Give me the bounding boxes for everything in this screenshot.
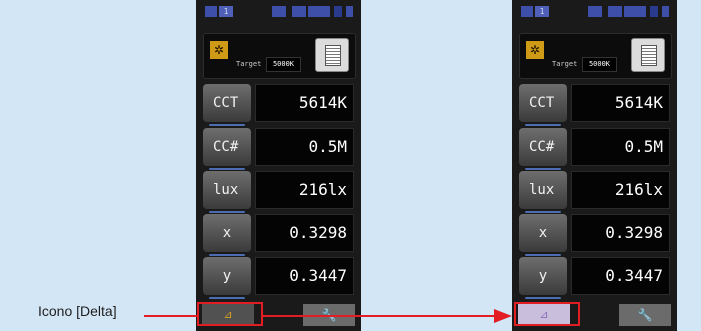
measurement-mode-panel: ✲ Target 5000K xyxy=(519,33,672,79)
row-underline xyxy=(525,124,561,126)
row-underline xyxy=(525,297,561,299)
row-value: 0.5M xyxy=(255,128,354,166)
target-label: Target xyxy=(552,60,578,68)
status-bar: 1 xyxy=(196,0,361,26)
measurement-mode-panel: ✲ Target 5000K xyxy=(203,33,356,79)
delta-highlight-box xyxy=(197,302,263,326)
measurement-row-cc[interactable]: CC# 0.5M xyxy=(519,128,670,170)
row-value: 5614K xyxy=(571,84,670,122)
row-label: CCT xyxy=(203,84,251,122)
light-source-icon[interactable]: ✲ xyxy=(526,41,544,59)
row-value: 216lx xyxy=(571,171,670,209)
status-indicator-4 xyxy=(334,6,342,17)
wrench-icon: 🔧 xyxy=(637,308,653,322)
status-indicator-3 xyxy=(624,6,646,17)
measurement-row-cct[interactable]: CCT 5614K xyxy=(519,84,670,126)
light-source-icon[interactable]: ✲ xyxy=(210,41,228,59)
row-label: CCT xyxy=(519,84,567,122)
row-label: y xyxy=(519,257,567,295)
row-label: lux xyxy=(519,171,567,209)
target-label: Target xyxy=(236,60,262,68)
battery-icon xyxy=(205,6,217,17)
row-label: CC# xyxy=(519,128,567,166)
caption-leader-line xyxy=(144,315,199,317)
memory-button[interactable] xyxy=(631,38,665,72)
row-label: lux xyxy=(203,171,251,209)
measurement-row-cc[interactable]: CC# 0.5M xyxy=(203,128,354,170)
memory-icon xyxy=(325,45,341,66)
row-underline xyxy=(209,211,245,213)
status-indicator-5 xyxy=(346,6,353,17)
transition-arrow-line xyxy=(262,315,496,317)
row-value: 5614K xyxy=(255,84,354,122)
row-value: 216lx xyxy=(255,171,354,209)
target-value[interactable]: 5000K xyxy=(266,57,301,72)
row-label: x xyxy=(203,214,251,252)
channel-indicator: 1 xyxy=(535,6,549,17)
row-value: 0.3298 xyxy=(255,214,354,252)
memory-button[interactable] xyxy=(315,38,349,72)
delta-highlight-box-selected xyxy=(514,302,580,326)
tool-button[interactable]: 🔧 xyxy=(619,304,671,326)
measurement-row-x[interactable]: x 0.3298 xyxy=(519,214,670,256)
row-underline xyxy=(209,297,245,299)
row-value: 0.5M xyxy=(571,128,670,166)
status-indicator-2 xyxy=(608,6,622,17)
row-label: CC# xyxy=(203,128,251,166)
row-underline xyxy=(209,168,245,170)
measurement-row-cct[interactable]: CCT 5614K xyxy=(203,84,354,126)
measurement-row-x[interactable]: x 0.3298 xyxy=(203,214,354,256)
channel-indicator: 1 xyxy=(219,6,233,17)
status-indicator-2 xyxy=(292,6,306,17)
status-bar: 1 xyxy=(512,0,677,26)
meter-screen-before: 1 ✲ Target 5000K CCT 5614K CC# 0.5M lux … xyxy=(196,0,361,331)
row-value: 0.3298 xyxy=(571,214,670,252)
row-underline xyxy=(525,168,561,170)
row-underline xyxy=(525,254,561,256)
arrow-right-icon xyxy=(494,309,512,323)
meter-screen-after: 1 ✲ Target 5000K CCT 5614K CC# 0.5M lux … xyxy=(512,0,677,331)
delta-icon-caption: Icono [Delta] xyxy=(38,303,117,319)
status-indicator-5 xyxy=(662,6,669,17)
battery-icon xyxy=(521,6,533,17)
target-value[interactable]: 5000K xyxy=(582,57,617,72)
status-indicator-1 xyxy=(272,6,286,17)
measurement-row-lux[interactable]: lux 216lx xyxy=(203,171,354,213)
status-indicator-3 xyxy=(308,6,330,17)
memory-icon xyxy=(641,45,657,66)
row-label: y xyxy=(203,257,251,295)
measurement-row-y[interactable]: y 0.3447 xyxy=(519,257,670,299)
row-underline xyxy=(209,254,245,256)
measurement-row-y[interactable]: y 0.3447 xyxy=(203,257,354,299)
row-value: 0.3447 xyxy=(571,257,670,295)
status-indicator-4 xyxy=(650,6,658,17)
status-indicator-1 xyxy=(588,6,602,17)
row-value: 0.3447 xyxy=(255,257,354,295)
measurement-row-lux[interactable]: lux 216lx xyxy=(519,171,670,213)
row-underline xyxy=(209,124,245,126)
row-underline xyxy=(525,211,561,213)
row-label: x xyxy=(519,214,567,252)
